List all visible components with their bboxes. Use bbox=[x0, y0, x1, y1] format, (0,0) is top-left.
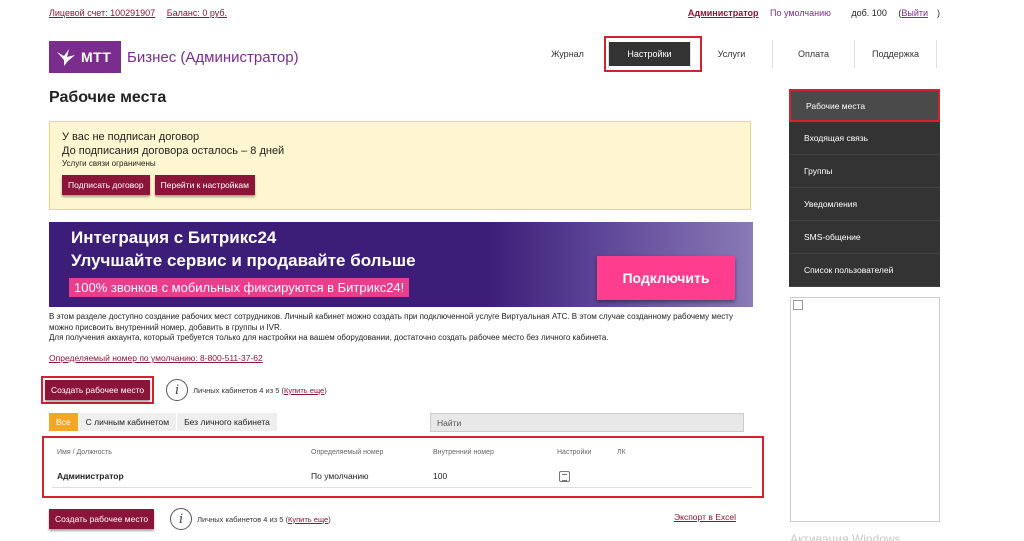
row-name[interactable]: Администратор bbox=[57, 471, 124, 481]
banner-title-1: Интеграция с Битрикс24 bbox=[71, 228, 277, 247]
table-header: Имя / Должность Определяемый номер Внутр… bbox=[52, 444, 752, 461]
create-workplace-button[interactable]: Создать рабочее место bbox=[45, 380, 151, 400]
notice-line-2: До подписания договора осталось – 8 дней bbox=[62, 145, 285, 157]
sidemenu-item-workplaces[interactable]: Рабочие места bbox=[789, 89, 940, 122]
col-settings: Настройки bbox=[557, 449, 592, 456]
user-link[interactable]: Администратор bbox=[688, 8, 759, 18]
sidemenu-item-notifications[interactable]: Уведомления bbox=[789, 188, 940, 221]
col-name: Имя / Должность bbox=[57, 449, 112, 456]
cabinets-count: Личных кабинетов 4 из 5 (Купить еще) bbox=[193, 385, 327, 395]
nav-highlight bbox=[604, 36, 702, 72]
info-icon[interactable]: i bbox=[166, 379, 189, 401]
col-lk: ЛК bbox=[617, 449, 626, 456]
sidemenu-item-users[interactable]: Список пользователей bbox=[789, 254, 940, 287]
create-row: Создать рабочее место i Личных кабинетов… bbox=[41, 376, 327, 404]
side-menu: Рабочие места Входящая связь Группы Увед… bbox=[789, 89, 940, 287]
sidemenu-item-incoming[interactable]: Входящая связь bbox=[789, 122, 940, 155]
row-number: По умолчанию bbox=[311, 471, 369, 481]
account-link[interactable]: Лицевой счет: 100291907 bbox=[49, 8, 155, 18]
description-p2: Для получения аккаунта, который требуетс… bbox=[49, 333, 609, 342]
extension-label: доб. 100 bbox=[851, 8, 887, 18]
main-nav: Журнал Настройки Услуги Оплата Поддержка bbox=[527, 36, 937, 72]
tab-all[interactable]: Все bbox=[49, 413, 79, 431]
buy-more-link-bottom[interactable]: Купить еще bbox=[288, 515, 328, 524]
balance-link[interactable]: Баланс: 0 руб. bbox=[167, 8, 227, 18]
export-excel-link[interactable]: Экспорт в Excel bbox=[674, 512, 736, 522]
logout-link[interactable]: Выйти bbox=[901, 8, 928, 18]
workplaces-table-highlight: Имя / Должность Определяемый номер Внутр… bbox=[42, 436, 764, 498]
description-p1: В этом разделе доступно создание рабочих… bbox=[49, 312, 734, 332]
col-internal: Внутренний номер bbox=[433, 449, 494, 456]
logo[interactable]: МТТ Бизнес (Администратор) bbox=[49, 41, 299, 73]
default-number-link-main[interactable]: Определяемый номер по умолчанию: 8-800-5… bbox=[49, 353, 263, 363]
contract-notice: У вас не подписан договор До подписания … bbox=[49, 121, 751, 210]
default-number-link[interactable]: По умолчанию bbox=[770, 8, 831, 18]
create-highlight: Создать рабочее место bbox=[41, 376, 155, 404]
row-internal: 100 bbox=[433, 471, 448, 481]
default-number: Определяемый номер по умолчанию: 8-800-5… bbox=[49, 353, 263, 363]
top-bar: Лицевой счет: 100291907 Баланс: 0 руб. А… bbox=[49, 8, 940, 18]
sidemenu-item-groups[interactable]: Группы bbox=[789, 155, 940, 188]
cabinets-count-bottom: Личных кабинетов 4 из 5 (Купить еще) bbox=[197, 514, 331, 524]
windows-watermark: Активация Windows bbox=[790, 532, 901, 541]
create-workplace-button-bottom[interactable]: Создать рабочее место bbox=[49, 509, 155, 529]
notice-line-3: Услуги связи ограничены bbox=[62, 159, 156, 168]
bird-logo-icon bbox=[57, 49, 75, 66]
filter-tabs: Все С личным кабинетом Без личного кабин… bbox=[49, 413, 278, 431]
settings-icon[interactable] bbox=[559, 471, 570, 482]
bottom-row: Создать рабочее место i Личных кабинетов… bbox=[49, 507, 739, 531]
info-icon-bottom[interactable]: i bbox=[170, 508, 193, 530]
page-title: Рабочие места bbox=[49, 89, 167, 106]
notice-line-1: У вас не подписан договор bbox=[62, 131, 200, 143]
sidemenu-item-sms[interactable]: SMS-общение bbox=[789, 221, 940, 254]
section-description: В этом разделе доступно создание рабочих… bbox=[49, 312, 749, 344]
banner-title-2: Улучшайте сервис и продавайте больше bbox=[71, 251, 416, 270]
table-row[interactable]: Администратор По умолчанию 100 bbox=[52, 466, 752, 488]
tab-with-cabinet[interactable]: С личным кабинетом bbox=[78, 413, 178, 431]
broken-image-icon bbox=[793, 300, 803, 310]
buy-more-link[interactable]: Купить еще bbox=[284, 386, 324, 395]
side-ad-image bbox=[790, 297, 940, 522]
brand-name: Бизнес (Администратор) bbox=[127, 48, 299, 66]
bitrix-banner[interactable]: Интеграция с Битрикс24 Улучшайте сервис … bbox=[49, 222, 753, 307]
nav-payment[interactable]: Оплата bbox=[773, 40, 855, 68]
logo-mark: МТТ bbox=[81, 49, 112, 65]
go-to-settings-button[interactable]: Перейти к настройкам bbox=[154, 175, 256, 195]
workplaces-table: Имя / Должность Определяемый номер Внутр… bbox=[52, 444, 752, 488]
search-input[interactable]: Найти bbox=[430, 413, 744, 432]
nav-services[interactable]: Услуги bbox=[691, 40, 773, 68]
sign-contract-button[interactable]: Подписать договор bbox=[62, 175, 150, 195]
col-number: Определяемый номер bbox=[311, 449, 384, 456]
banner-tag: 100% звонков с мобильных фиксируются в Б… bbox=[69, 278, 410, 297]
banner-connect-button[interactable]: Подключить bbox=[597, 256, 735, 300]
nav-support[interactable]: Поддержка bbox=[855, 40, 937, 68]
nav-journal[interactable]: Журнал bbox=[527, 40, 609, 68]
tab-without-cabinet[interactable]: Без личного кабинета bbox=[177, 413, 278, 431]
